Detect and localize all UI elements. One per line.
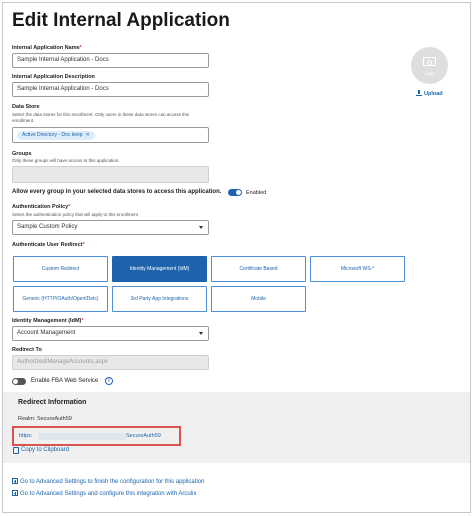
auth-policy-help: Select the authentication policy that wi… [12, 212, 138, 217]
redirect-to-label: Redirect To [12, 347, 42, 353]
realm-text: Realm: SecureAuth59 [18, 416, 72, 422]
image-icon [423, 57, 436, 66]
description-label: Internal Application Description [12, 74, 95, 80]
allow-all-label: Allow every group in your selected data … [12, 189, 222, 195]
fba-toggle[interactable] [12, 378, 26, 385]
description-input[interactable]: Sample Internal Application - Docs [12, 82, 209, 97]
auth-policy-select[interactable]: Sample Custom Policy [12, 220, 209, 235]
idm-label: Identity Management (IdM)* [12, 318, 84, 324]
option-custom-redirect[interactable]: Custom Redirect [13, 256, 108, 282]
data-store-chip: Active Directory - Doc keep ✕ [17, 131, 95, 140]
option-3rd-party[interactable]: 3rd Party App Integrations [112, 286, 207, 312]
logo-text: Logo [424, 71, 435, 76]
info-icon[interactable]: i [105, 377, 113, 385]
option-identity-management[interactable]: Identity Management (IdM) [112, 256, 207, 282]
allow-all-toggle[interactable] [228, 189, 242, 196]
advanced-settings-link-1[interactable]: Go to Advanced Settings to finish the co… [12, 478, 204, 485]
expand-icon [12, 478, 18, 484]
redirect-url-obscured [38, 433, 126, 440]
auth-policy-label: Authentication Policy* [12, 204, 71, 210]
advanced-settings-link-2[interactable]: Go to Advanced Settings and configure th… [12, 490, 196, 497]
chevron-down-icon [199, 226, 203, 229]
redirect-url-start[interactable]: https: [19, 433, 32, 439]
groups-help: Only these groups will have access to th… [12, 158, 120, 163]
upload-label: Upload [424, 91, 443, 97]
fba-label: Enable FBA Web Service [31, 378, 99, 384]
data-store-label: Data Store [12, 104, 40, 110]
redirect-to-input: Authorized/ManageAccounts.aspx [12, 355, 209, 370]
idm-select[interactable]: Account Management [12, 326, 209, 341]
option-microsoft-ws[interactable]: Microsoft WS-* [310, 256, 405, 282]
chip-remove-icon[interactable]: ✕ [86, 132, 90, 138]
name-label: Internal Application Name* [12, 45, 82, 51]
copy-to-clipboard-link[interactable]: Copy to Clipboard [21, 447, 69, 453]
logo-placeholder[interactable]: Logo [411, 47, 448, 84]
expand-icon [12, 490, 18, 496]
redirect-info-title: Redirect Information [18, 399, 87, 406]
upload-link[interactable]: Upload [416, 90, 443, 97]
redirect-url-end[interactable]: SecureAuth59 [126, 433, 161, 439]
data-store-field[interactable]: Active Directory - Doc keep ✕ [12, 127, 209, 143]
option-generic[interactable]: Generic (HTTP/OAuth/OpenIDetc) [13, 286, 108, 312]
copy-icon [13, 447, 19, 454]
option-mobile[interactable]: Mobile [211, 286, 306, 312]
page-title: Edit Internal Application [12, 10, 230, 31]
redirect-type-label: Authenticate User Redirect* [12, 242, 85, 248]
data-store-help: Select the data stores for this enrollme… [12, 112, 190, 123]
allow-all-state: Enabled [246, 190, 267, 196]
chevron-down-icon [199, 332, 203, 335]
groups-label: Groups [12, 151, 32, 157]
name-input[interactable]: Sample Internal Application - Docs [12, 53, 209, 68]
groups-input [12, 166, 209, 183]
upload-icon [416, 90, 422, 96]
option-certificate-based[interactable]: Certificate Based [211, 256, 306, 282]
